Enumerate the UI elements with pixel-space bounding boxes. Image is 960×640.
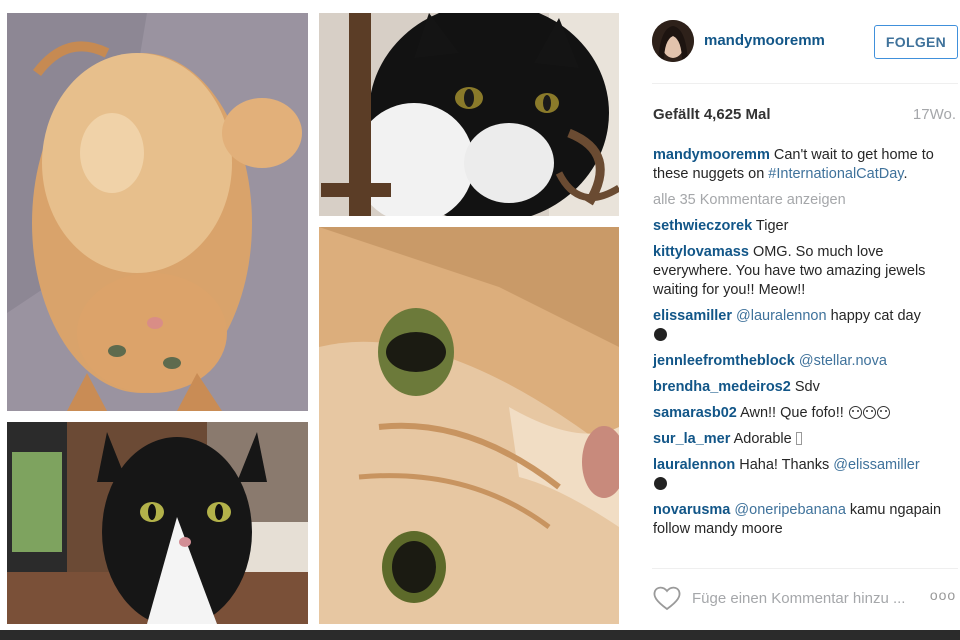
instagram-post-view: mandymooremm FOLGEN Gefällt 4,625 Mal 17… [0, 0, 960, 636]
cat-face-emoji-icon [654, 328, 667, 341]
comment-item: kittylovamass OMG. So much love everywhe… [653, 243, 953, 300]
comment-mention[interactable]: @oneripebanana [734, 502, 845, 518]
comment-text: Sdv [794, 379, 820, 395]
surprised-emoji-icon [876, 406, 890, 419]
compose-divider [652, 568, 958, 569]
more-options-icon[interactable]: ooo [928, 587, 958, 609]
post-header: mandymooremm FOLGEN [652, 20, 958, 66]
photo-ginger-cat-upside-down [7, 13, 308, 411]
photo-collage[interactable] [0, 0, 628, 636]
follow-button[interactable]: FOLGEN [874, 25, 958, 59]
header-divider [652, 83, 958, 84]
window-bottom-edge [0, 630, 960, 640]
comment-author[interactable]: jennleefromtheblock [653, 353, 795, 369]
comment-author[interactable]: kittylovamass [653, 244, 749, 260]
photo-tuxedo-cat-living-room [7, 422, 308, 624]
surprised-emoji-icon [862, 406, 876, 419]
comment-item: sethwieczorek Tiger [653, 217, 953, 236]
post-timestamp[interactable]: 17Wo. [913, 106, 956, 123]
comment-list: mandymooremm Can't wait to get home to t… [653, 146, 953, 546]
photo-ginger-cat-closeup [319, 227, 619, 624]
photo-tuxedo-cat-railing [319, 13, 619, 216]
cat-face-emoji-icon [654, 477, 667, 490]
comment-author[interactable]: sur_la_mer [653, 431, 730, 447]
comment-author[interactable]: lauralennon [653, 457, 735, 473]
comment-item: lauralennon Haha! Thanks @elissamiller [653, 456, 953, 494]
comment-text: Tiger [755, 218, 789, 234]
like-count[interactable]: Gefällt 4,625 Mal [653, 106, 771, 123]
comment-item: novarusma @oneripebanana kamu ngapain fo… [653, 501, 953, 539]
heart-icon[interactable] [652, 585, 682, 611]
comment-item: elissamiller @lauralennon happy cat day [653, 307, 953, 345]
comment-item: jennleefromtheblock @stellar.nova [653, 352, 953, 371]
comment-text: Adorable [733, 431, 792, 447]
comment-text: Awn!! Que fofo!! [740, 405, 844, 421]
show-all-comments-link[interactable]: alle 35 Kommentare anzeigen [653, 191, 953, 210]
caption-end: . [903, 166, 908, 182]
comment-author[interactable]: sethwieczorek [653, 218, 752, 234]
unsupported-glyph-icon [795, 432, 802, 445]
comment-compose-bar: ooo [652, 581, 958, 615]
avatar[interactable] [652, 20, 694, 62]
comment-mention[interactable]: @stellar.nova [799, 353, 887, 369]
caption-author[interactable]: mandymooremm [653, 147, 770, 163]
comment-author[interactable]: novarusma [653, 502, 730, 518]
post-sidebar: mandymooremm FOLGEN Gefällt 4,625 Mal 17… [628, 0, 960, 636]
caption: mandymooremm Can't wait to get home to t… [653, 146, 953, 184]
caption-hashtag[interactable]: #InternationalCatDay [768, 166, 903, 182]
comment-text: Haha! Thanks [739, 457, 830, 473]
comment-author[interactable]: brendha_medeiros2 [653, 379, 791, 395]
comment-text: happy cat day [830, 308, 921, 324]
post-author-username[interactable]: mandymooremm [704, 32, 825, 49]
comment-item: samarasb02 Awn!! Que fofo!! [653, 404, 953, 423]
smiley-emoji-icon [848, 406, 862, 419]
comment-item: sur_la_mer Adorable [653, 430, 953, 449]
comment-input[interactable] [692, 587, 917, 609]
comment-author[interactable]: elissamiller [653, 308, 732, 324]
comment-mention[interactable]: @lauralennon [736, 308, 827, 324]
comment-item: brendha_medeiros2 Sdv [653, 378, 953, 397]
comment-author[interactable]: samarasb02 [653, 405, 737, 421]
comment-mention[interactable]: @elissamiller [833, 457, 919, 473]
